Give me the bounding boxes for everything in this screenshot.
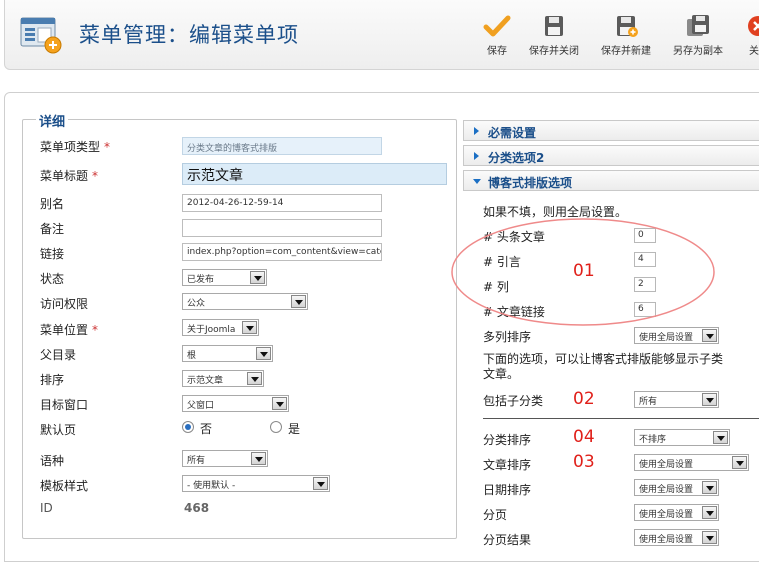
save-copy-button[interactable]: 另存为副本 <box>673 14 723 57</box>
checkmark-icon <box>483 14 511 38</box>
default-yes-radio[interactable] <box>270 421 282 433</box>
note-input[interactable] <box>182 219 382 237</box>
save-label: 保存 <box>487 46 507 57</box>
save-button[interactable]: 保存 <box>483 14 511 57</box>
accordion-blog-options[interactable]: 博客式排版选项 <box>463 170 759 191</box>
annotation-03: 03 <box>573 452 595 472</box>
template-style-label: 模板样式 <box>40 479 89 493</box>
save-new-label: 保存并新建 <box>601 46 651 57</box>
menu-manager-icon <box>19 14 65 56</box>
chevron-down-icon <box>256 347 271 360</box>
status-select[interactable]: 已发布 <box>182 269 267 286</box>
save-close-label: 保存并关闭 <box>529 46 579 57</box>
annotation-01: 01 <box>573 261 595 281</box>
alias-input[interactable]: 2012-04-26-12-59-14 <box>182 194 382 212</box>
chevron-down-icon <box>313 477 328 490</box>
close-button[interactable]: 关 <box>743 14 759 57</box>
id-label: ID <box>40 501 53 515</box>
chevron-down-icon <box>242 321 257 334</box>
triangle-right-icon <box>474 127 479 135</box>
save-new-button[interactable]: 保存并新建 <box>601 14 651 57</box>
chevron-down-icon <box>291 295 306 308</box>
pagination-select[interactable]: 使用全局设置 <box>634 504 719 521</box>
note-label: 备注 <box>40 222 65 236</box>
menu-location-select[interactable]: 关于Joomla <box>182 319 259 336</box>
parent-label: 父目录 <box>40 348 77 362</box>
pagination-label: 分页 <box>483 508 508 522</box>
item-type-field[interactable]: 分类文章的博客式排版 <box>182 137 382 155</box>
chevron-down-icon <box>702 531 717 544</box>
annotation-04: 04 <box>573 427 595 447</box>
template-style-select[interactable]: - 使用默认 - <box>182 475 330 492</box>
language-label: 语种 <box>40 454 65 468</box>
category-order-label: 分类排序 <box>483 433 532 447</box>
pagination-results-select[interactable]: 使用全局设置 <box>634 529 719 546</box>
item-type-label: 菜单项类型 * <box>40 140 111 154</box>
chevron-down-icon <box>247 372 262 385</box>
page-title: 菜单管理：编辑菜单项 <box>79 23 299 47</box>
close-label: 关 <box>749 46 759 57</box>
chevron-down-icon <box>702 481 717 494</box>
subcategory-note: 下面的选项，可以让博客式排版能够显示子类文章。 <box>483 352 724 381</box>
default-yes-label: 是 <box>288 422 301 436</box>
chevron-down-icon <box>732 456 747 469</box>
link-label: 链接 <box>40 247 65 261</box>
pagination-results-label: 分页结果 <box>483 533 532 547</box>
menu-title-label: 菜单标题 * <box>40 169 99 183</box>
save-close-button[interactable]: 保存并关闭 <box>529 14 579 57</box>
chevron-down-icon <box>250 271 265 284</box>
chevron-down-icon <box>251 452 266 465</box>
chevron-down-icon <box>702 506 717 519</box>
floppy-disk-icon <box>540 14 568 38</box>
link-input[interactable]: index.php?option=com_content&view=catego <box>182 243 382 261</box>
language-select[interactable]: 所有 <box>182 450 268 467</box>
multi-column-order-label: 多列排序 <box>483 330 532 344</box>
article-order-select[interactable]: 使用全局设置 <box>634 454 749 471</box>
date-order-label: 日期排序 <box>483 483 532 497</box>
default-no-label: 否 <box>200 422 213 436</box>
default-no-radio[interactable] <box>182 421 194 433</box>
accordion-blog-options-label: 博客式排版选项 <box>488 176 573 190</box>
ordering-select[interactable]: 示范文章 <box>182 370 264 387</box>
access-select[interactable]: 公众 <box>182 293 308 310</box>
ordering-label: 排序 <box>40 373 65 387</box>
details-legend: 详细 <box>36 111 69 130</box>
alias-label: 别名 <box>40 197 65 211</box>
chevron-down-icon <box>713 431 728 444</box>
include-subcategories-label: 包括子分类 <box>483 394 544 408</box>
status-label: 状态 <box>40 272 65 286</box>
chevron-down-icon <box>272 397 287 410</box>
include-subcategories-select[interactable]: 所有 <box>634 391 719 408</box>
access-label: 访问权限 <box>40 297 89 311</box>
menu-title-input[interactable]: 示范文章 <box>182 163 447 185</box>
chevron-down-icon <box>702 393 717 406</box>
date-order-select[interactable]: 使用全局设置 <box>634 479 719 496</box>
menu-location-label: 菜单位置 * <box>40 323 99 337</box>
target-window-select[interactable]: 父窗口 <box>182 395 289 412</box>
toolbar-box: 菜单管理：编辑菜单项 保存 保存并关闭 保存并新建 另存为副本 关 <box>4 0 759 70</box>
category-order-select[interactable]: 不排序 <box>634 429 730 446</box>
section-divider <box>483 418 759 419</box>
triangle-down-icon <box>473 179 481 184</box>
accordion-category-options[interactable]: 分类选项2 <box>463 145 759 166</box>
parent-select[interactable]: 根 <box>182 345 273 362</box>
triangle-right-icon <box>474 152 479 160</box>
default-page-label: 默认页 <box>40 423 77 437</box>
id-value: 468 <box>184 501 210 515</box>
floppy-disk-plus-icon <box>612 14 640 38</box>
chevron-down-icon <box>702 329 717 342</box>
accordion-category-options-label: 分类选项2 <box>488 151 545 165</box>
save-copy-label: 另存为副本 <box>673 46 723 57</box>
target-window-label: 目标窗口 <box>40 398 89 412</box>
article-order-label: 文章排序 <box>483 458 532 472</box>
annotation-02: 02 <box>573 389 595 409</box>
close-icon <box>745 14 759 38</box>
accordion-required-settings[interactable]: 必需设置 <box>463 120 759 141</box>
floppy-disk-copy-icon <box>684 14 712 38</box>
accordion-required-settings-label: 必需设置 <box>488 126 537 140</box>
